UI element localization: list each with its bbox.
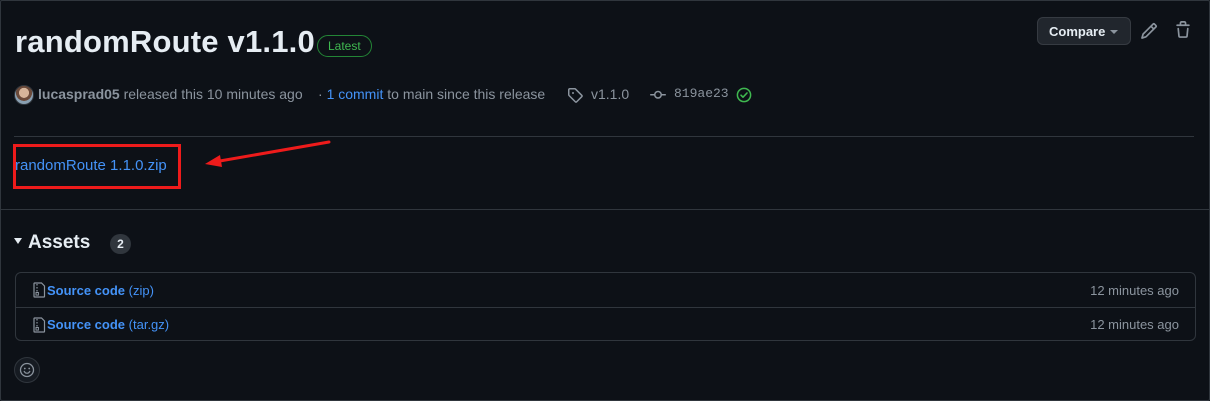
asset-name: Source code — [47, 317, 126, 332]
chevron-down-icon — [1110, 30, 1118, 34]
compare-button[interactable]: Compare — [1037, 17, 1131, 45]
smiley-icon — [19, 362, 35, 378]
trash-icon[interactable] — [1174, 21, 1192, 39]
commit-icon — [650, 90, 666, 99]
asset-name: Source code — [47, 282, 126, 298]
divider — [0, 209, 1210, 210]
list-item: Source code (zip) 12 minutes ago — [16, 273, 1195, 307]
release-title[interactable]: randomRoute v1.1.0 — [15, 24, 315, 60]
assets-title: Assets — [28, 232, 91, 253]
compare-label: Compare — [1049, 23, 1106, 39]
file-zip-icon — [33, 282, 46, 298]
annotation-arrow-icon — [205, 140, 331, 167]
pencil-icon[interactable] — [1140, 22, 1158, 40]
assets-list: Source code (zip) 12 minutes ago Source … — [15, 272, 1196, 341]
commit-separator: · — [318, 86, 323, 102]
asset-time: 12 minutes ago — [1090, 317, 1179, 332]
source-code-zip-link[interactable]: Source code (zip) — [47, 283, 154, 298]
divider — [14, 136, 1194, 137]
commit-sha-link[interactable]: 819ae23 — [674, 84, 729, 106]
source-code-targz-link[interactable]: Source code (tar.gz) — [47, 317, 169, 332]
check-circle-icon[interactable] — [736, 87, 752, 103]
tag-icon — [568, 88, 583, 103]
assets-count-badge: 2 — [110, 234, 131, 254]
asset-ext: (zip) — [128, 282, 154, 298]
add-reaction-button[interactable] — [14, 357, 40, 383]
assets-toggle[interactable]: Assets — [14, 232, 90, 254]
tag-link[interactable]: v1.1.0 — [591, 84, 629, 106]
avatar[interactable] — [14, 85, 34, 105]
commit-count-link[interactable]: 1 commit — [327, 86, 384, 102]
highlight-box — [13, 144, 181, 189]
asset-time: 12 minutes ago — [1090, 282, 1179, 298]
file-zip-icon — [33, 317, 46, 333]
list-item: Source code (tar.gz) 12 minutes ago — [16, 307, 1195, 341]
release-meta: lucasprad05 released this 10 minutes ago — [38, 84, 303, 106]
latest-badge: Latest — [317, 35, 372, 57]
asset-ext: (tar.gz) — [128, 317, 170, 332]
commit-meta: · 1 commit to main since this release — [318, 84, 545, 106]
released-text: released this 10 minutes ago — [123, 86, 303, 102]
triangle-down-icon — [14, 237, 22, 244]
commit-suffix: to main since this release — [387, 86, 546, 102]
author-link[interactable]: lucasprad05 — [38, 86, 120, 102]
